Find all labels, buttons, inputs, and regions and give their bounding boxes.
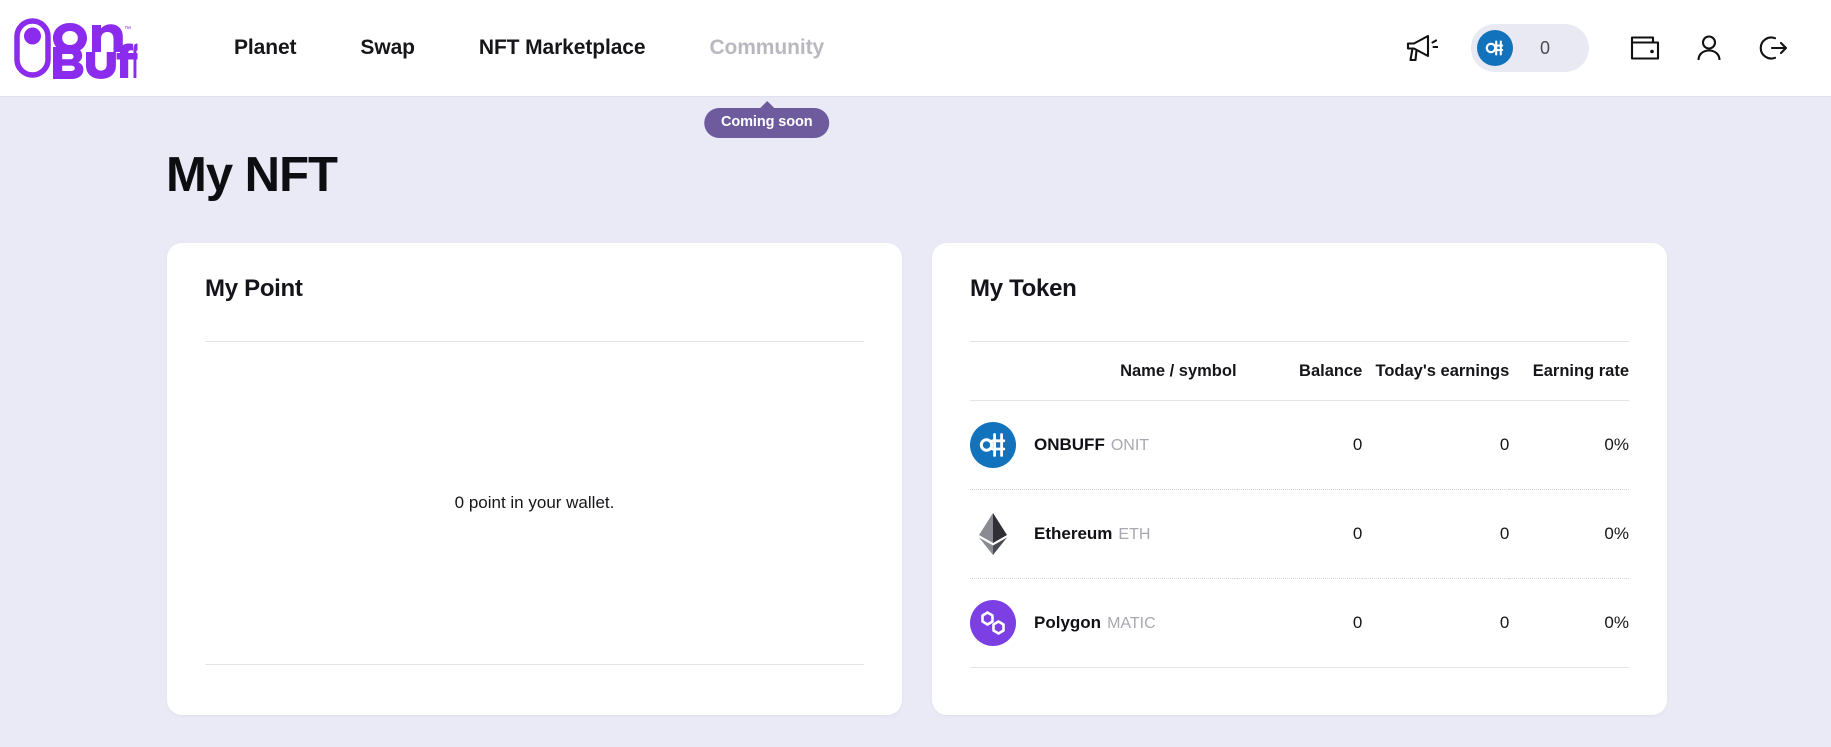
logout-icon[interactable] — [1741, 16, 1805, 80]
top-header: ™ Planet Swap NFT Marketplace Community … — [0, 0, 1831, 138]
table-row[interactable]: ONBUFF ONIT 0 0 0% — [970, 401, 1629, 490]
my-point-empty-message: 0 point in your wallet. — [454, 493, 615, 512]
nav-item-swap[interactable]: Swap — [328, 36, 446, 60]
nav-label: Swap — [360, 36, 415, 59]
my-point-card: My Point 0 point in your wallet. — [167, 243, 902, 715]
my-token-title: My Token — [970, 275, 1077, 302]
token-name-cell: Polygon MATIC — [970, 579, 1237, 668]
my-token-card: My Token Name / symbol Balance Today's e… — [932, 243, 1667, 715]
main-content: My NFT My Point 0 point in your wallet. … — [0, 97, 1831, 746]
token-symbol: MATIC — [1107, 615, 1156, 632]
table-row[interactable]: Ethereum ETH 0 0 0% — [970, 490, 1629, 579]
nav-label: NFT Marketplace — [478, 36, 646, 59]
my-point-title: My Point — [205, 275, 303, 302]
token-name: ONBUFF — [1034, 435, 1105, 454]
column-header-today: Today's earnings — [1375, 362, 1510, 380]
token-name-cell: ONBUFF ONIT — [970, 401, 1237, 490]
nav-item-community[interactable]: Community Coming soon — [677, 36, 856, 138]
token-earning-rate: 0% — [1604, 613, 1629, 632]
token-balance: 0 — [1352, 524, 1363, 543]
svg-text:™: ™ — [124, 26, 131, 33]
polygon-coin-icon — [970, 600, 1016, 646]
token-earning-rate: 0% — [1604, 524, 1629, 543]
token-name: Polygon — [1034, 613, 1102, 632]
token-today-earnings: 0 — [1499, 613, 1510, 632]
token-today-earnings: 0 — [1499, 435, 1510, 454]
onbuff-logo[interactable]: ™ — [14, 17, 138, 79]
main-nav: Planet Swap NFT Marketplace Community Co… — [202, 0, 856, 138]
token-symbol: ONIT — [1110, 437, 1150, 454]
column-header-rate: Earning rate — [1532, 362, 1629, 380]
token-balance: 0 — [1352, 613, 1363, 632]
onbuff-coin-icon — [1477, 30, 1513, 66]
token-balance: 0 — [1352, 435, 1363, 454]
user-icon[interactable] — [1677, 16, 1741, 80]
token-today-earnings: 0 — [1499, 524, 1510, 543]
ethereum-coin-icon — [970, 511, 1016, 557]
cards-row: My Point 0 point in your wallet. My Toke… — [0, 200, 1831, 715]
token-name-cell: Ethereum ETH — [970, 490, 1237, 579]
token-table: Name / symbol Balance Today's earnings E… — [970, 342, 1629, 668]
table-header-row: Name / symbol Balance Today's earnings E… — [970, 342, 1629, 401]
table-row[interactable]: Polygon MATIC 0 0 0% — [970, 579, 1629, 668]
token-balance-value: 0 — [1539, 37, 1550, 58]
coming-soon-tooltip: Coming soon — [703, 108, 830, 138]
nav-label: Planet — [234, 36, 297, 59]
megaphone-icon[interactable] — [1389, 16, 1453, 80]
nav-item-nft-marketplace[interactable]: NFT Marketplace — [447, 36, 678, 60]
column-header-name: Name / symbol — [1120, 362, 1237, 380]
token-table-body: ONBUFF ONIT 0 0 0% Ethereum ETH 0 0 0% P… — [970, 401, 1629, 668]
column-header-balance: Balance — [1299, 362, 1363, 380]
wallet-icon[interactable] — [1613, 16, 1677, 80]
onbuff-coin-icon — [970, 422, 1016, 468]
header-actions: 0 — [1389, 16, 1831, 80]
page-title: My NFT — [166, 148, 338, 202]
token-name: Ethereum — [1034, 524, 1113, 543]
nav-label: Community — [709, 36, 825, 59]
token-symbol: ETH — [1118, 526, 1151, 543]
token-balance-pill[interactable]: 0 — [1471, 24, 1589, 72]
divider — [205, 664, 864, 665]
nav-item-planet[interactable]: Planet — [202, 36, 328, 60]
token-table-head: Name / symbol Balance Today's earnings E… — [970, 342, 1629, 401]
token-earning-rate: 0% — [1604, 435, 1629, 454]
